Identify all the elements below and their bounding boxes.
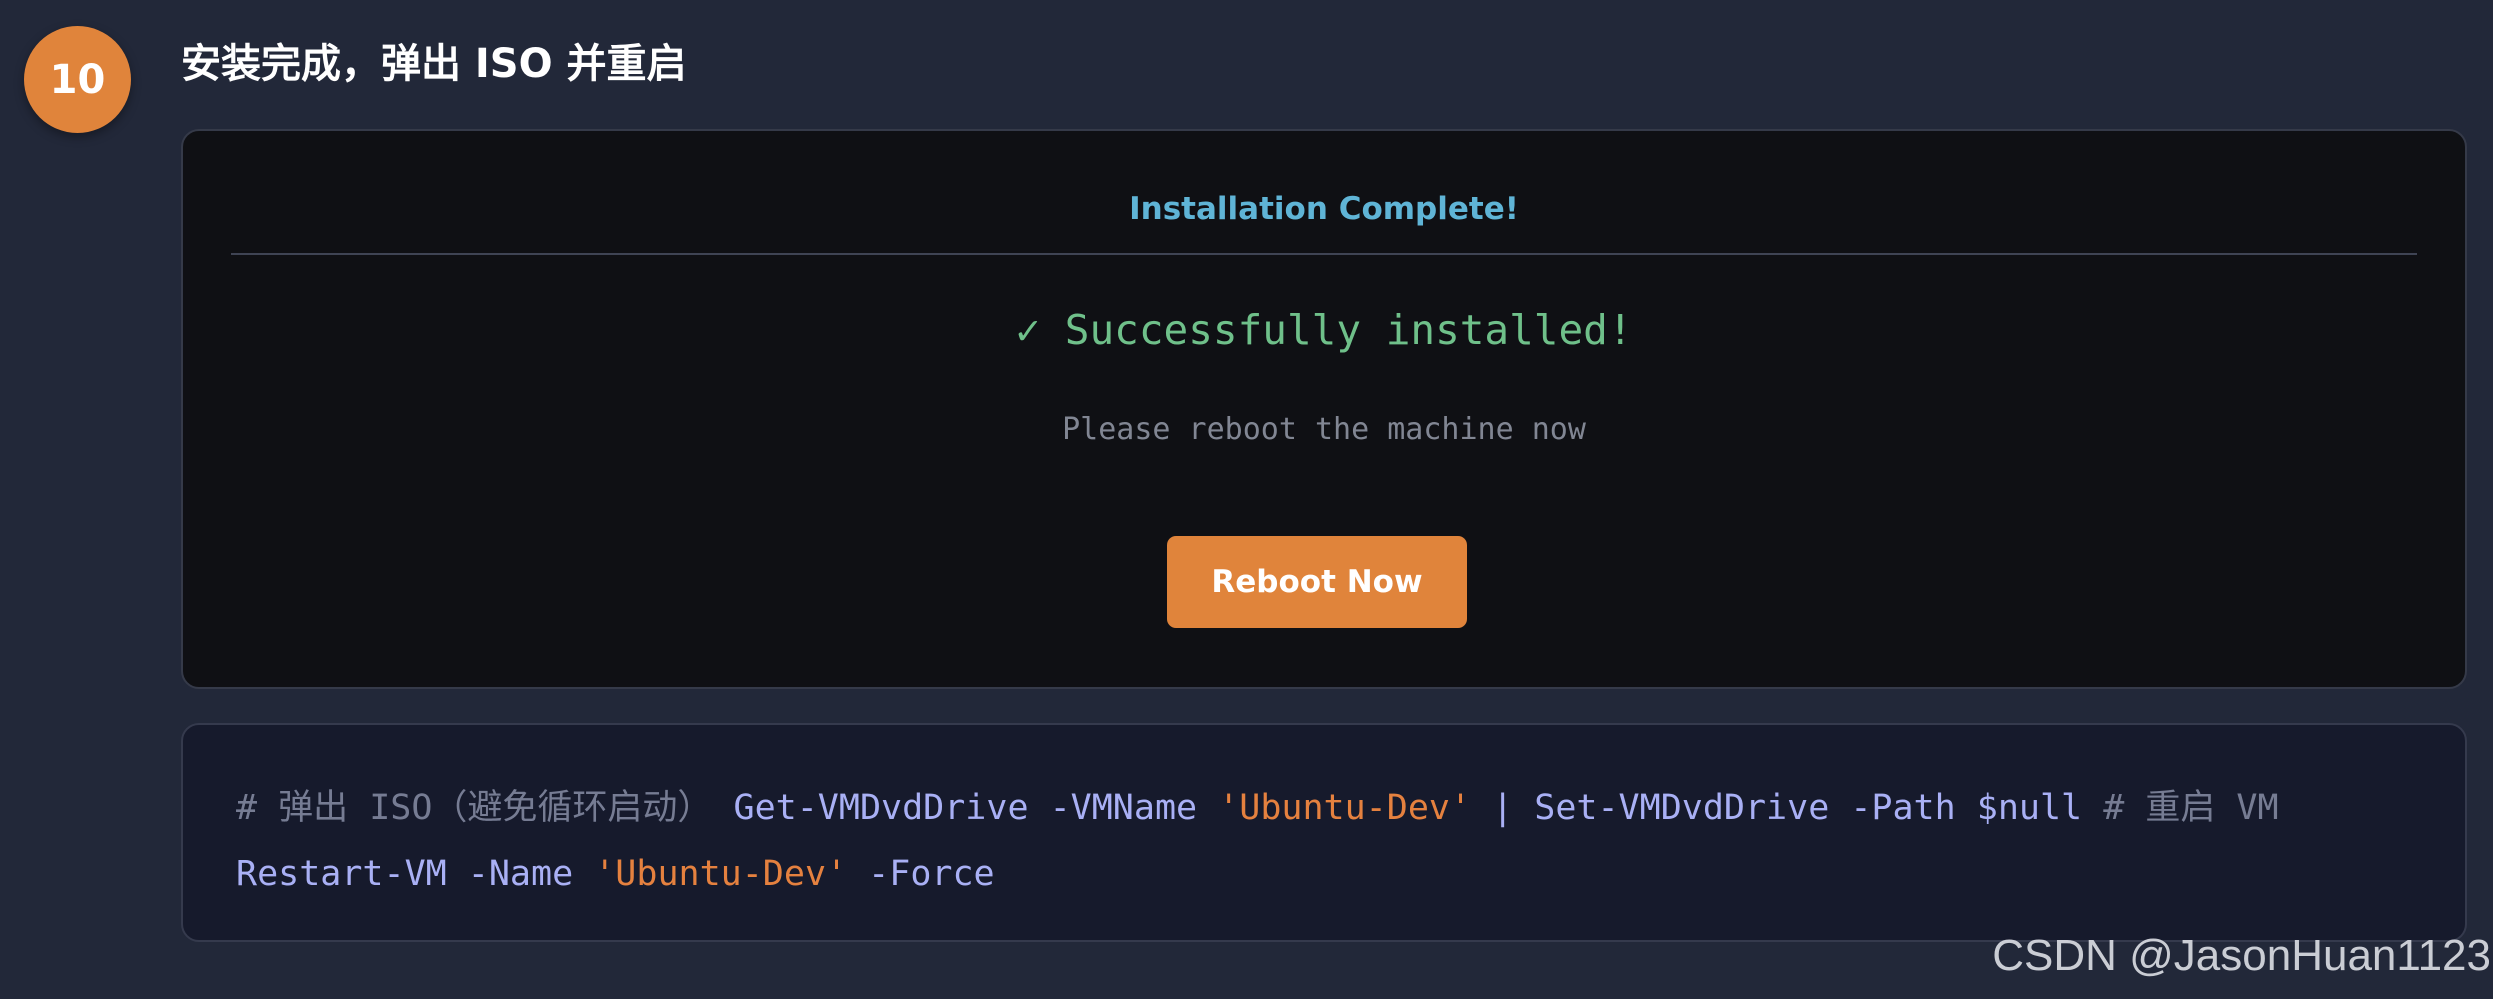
page: 10 安装完成，弹出 ISO 并重启 Installation Complete… bbox=[0, 0, 2493, 999]
divider bbox=[231, 253, 2417, 255]
code-comment: # 弹出 ISO（避免循环启动） bbox=[236, 788, 713, 828]
code-command: | Set-VMDvdDrive -Path $null bbox=[1471, 788, 2104, 828]
watermark: CSDN @JasonHuan1123 bbox=[1992, 931, 2491, 980]
success-message: ✓ Successfully installed! bbox=[1015, 306, 1633, 354]
code-string: 'Ubuntu-Dev' bbox=[1218, 788, 1472, 828]
code-command: Restart-VM -Name bbox=[236, 854, 595, 894]
step-number-badge: 10 bbox=[24, 26, 131, 133]
installer-terminal-panel: Installation Complete! ✓ Successfully in… bbox=[181, 129, 2467, 689]
step-title: 安装完成，弹出 ISO 并重启 bbox=[181, 41, 687, 87]
reboot-now-button[interactable]: Reboot Now bbox=[1167, 536, 1467, 628]
code-command: Get-VMDvdDrive -VMName bbox=[712, 788, 1219, 828]
code-comment: # 重启 VM bbox=[2103, 788, 2279, 828]
code-string: 'Ubuntu-Dev' bbox=[594, 854, 848, 894]
code-block[interactable]: # 弹出 ISO（避免循环启动） Get-VMDvdDrive -VMName … bbox=[181, 723, 2467, 942]
installer-header: Installation Complete! bbox=[1129, 191, 1519, 227]
code-command: -Force bbox=[847, 854, 995, 894]
code-line: # 弹出 ISO（避免循环启动） Get-VMDvdDrive -VMName … bbox=[236, 775, 2415, 841]
reboot-prompt: Please reboot the machine now bbox=[1062, 412, 1586, 447]
code-line: Restart-VM -Name 'Ubuntu-Dev' -Force bbox=[236, 841, 2415, 907]
